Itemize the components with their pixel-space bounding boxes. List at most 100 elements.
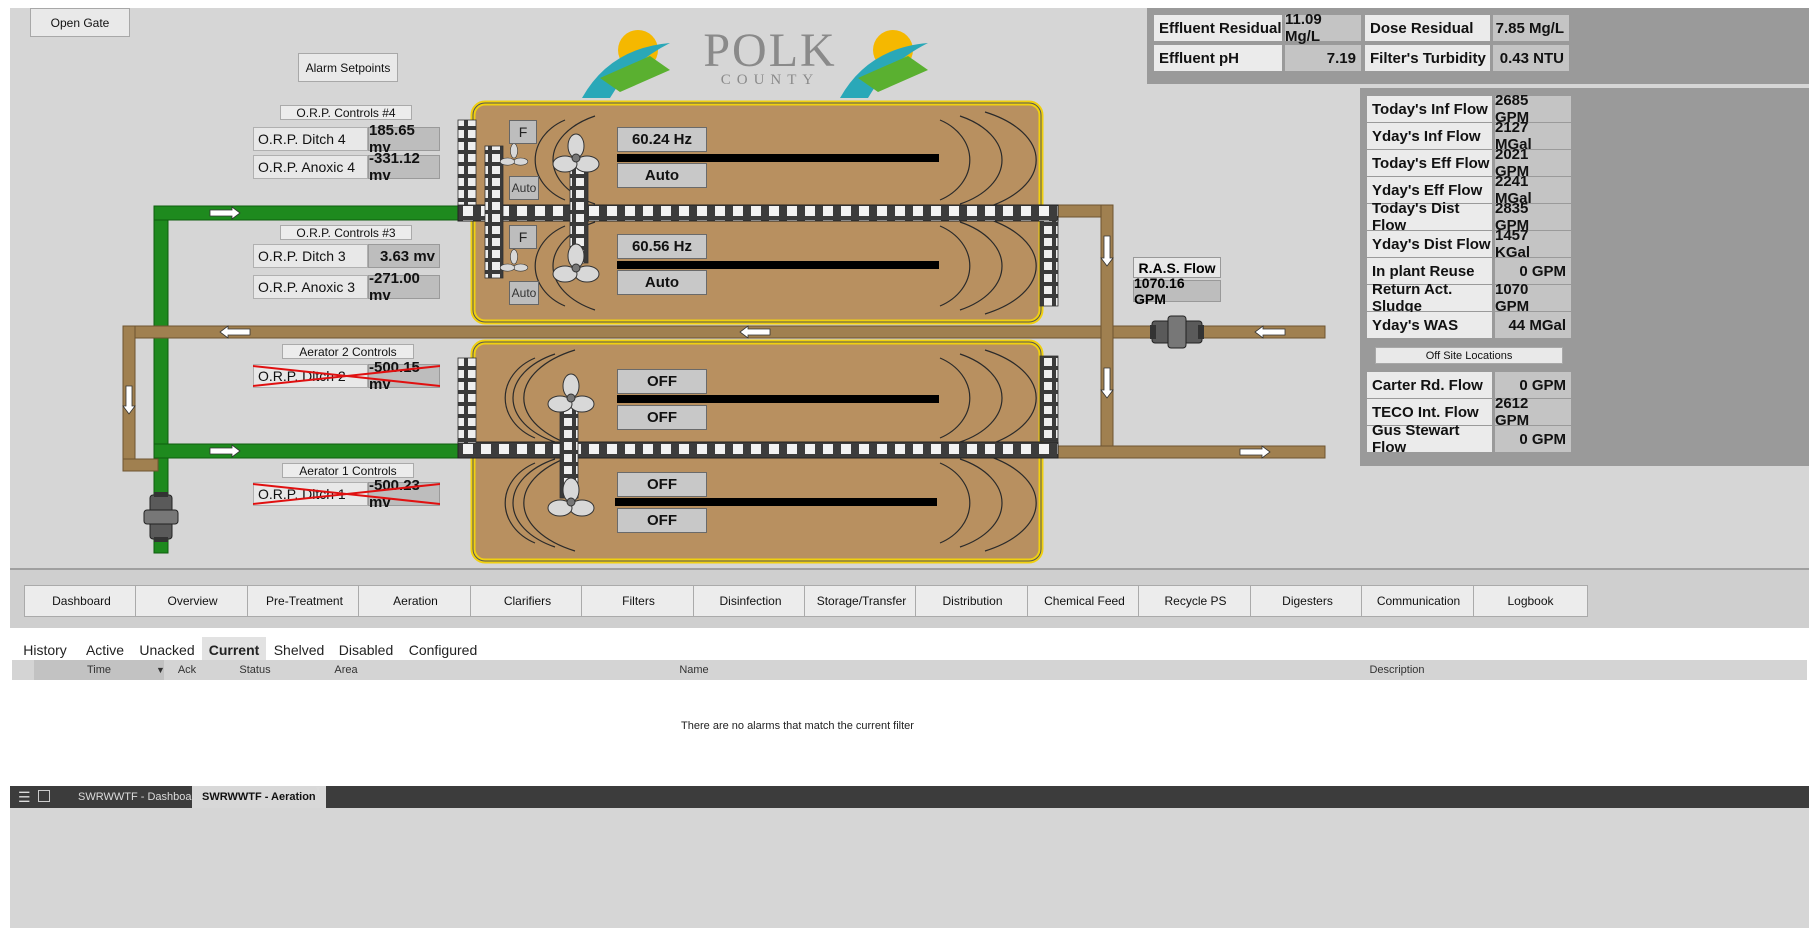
column-description[interactable]: Description	[985, 661, 1809, 679]
orp-ditch-4-value: 185.65 mv	[368, 122, 440, 156]
column-status[interactable]: Status	[220, 661, 290, 679]
nav-pre-treatment[interactable]: Pre-Treatment	[247, 585, 362, 617]
nav-logbook[interactable]: Logbook	[1473, 585, 1588, 617]
orp-ditch-2-value: -500.15 mv	[368, 359, 440, 393]
effluent-valve	[143, 492, 179, 542]
dose-residual-row: Dose Residual 7.85 Mg/L	[1365, 15, 1569, 41]
aerator-1-controls-button[interactable]: Aerator 1 Controls	[282, 463, 414, 478]
filter-turbidity-value: 0.43 NTU	[1493, 45, 1569, 71]
aerator-2-controls-button[interactable]: Aerator 2 Controls	[282, 344, 414, 359]
taskbar-tab-dashboard[interactable]: SWRWWTF - Dashboard	[68, 786, 211, 808]
flow-value: 44 MGal	[1495, 312, 1571, 338]
flow-row: Yday's WAS 44 MGal	[1367, 312, 1571, 338]
rotor-speed-display: 60.24 Hz	[617, 127, 707, 152]
column-time[interactable]: Time	[34, 661, 164, 679]
orp-controls-3-button[interactable]: O.R.P. Controls #3	[280, 225, 412, 240]
ras-valve	[1150, 315, 1204, 349]
orp-ditch-3-tag: O.R.P. Ditch 3 3.63 mv	[253, 244, 440, 268]
fixed-speed-button[interactable]: F	[509, 225, 537, 249]
nav-recycle-ps[interactable]: Recycle PS	[1138, 585, 1253, 617]
nav-communication[interactable]: Communication	[1361, 585, 1476, 617]
nav-digesters[interactable]: Digesters	[1250, 585, 1365, 617]
taskbar-tab-aeration[interactable]: SWRWWTF - Aeration	[192, 786, 326, 808]
pin-icon[interactable]: ᵀ	[316, 786, 320, 796]
ras-flow-value: 1070.16 GPM	[1133, 275, 1221, 307]
effluent-residual-label: Effluent Residual	[1154, 15, 1282, 41]
effluent-ph-value: 7.19	[1285, 45, 1361, 71]
nav-storage-transfer[interactable]: Storage/Transfer	[804, 585, 919, 617]
lower-chain	[457, 441, 1059, 459]
orp-ditch-2-tag: O.R.P. Ditch 2 -500.15 mv	[253, 359, 440, 393]
logo-subtext: COUNTY	[720, 72, 820, 88]
flow-label: Yday's WAS	[1367, 312, 1492, 338]
fixed-speed-button[interactable]: F	[509, 120, 537, 144]
logo-text: POLK	[703, 24, 837, 77]
alarm-setpoints-button[interactable]: Alarm Setpoints	[298, 53, 398, 82]
orp-ditch-1-value: -500.23 mv	[368, 477, 440, 511]
orp-anoxic-4-value: -331.12 mv	[368, 150, 440, 184]
orp-anoxic-4-tag: O.R.P. Anoxic 4 -331.12 mv	[253, 150, 440, 184]
orp-anoxic-3-tag: O.R.P. Anoxic 3 -271.00 mv	[253, 270, 440, 304]
column-ack[interactable]: Ack	[166, 661, 208, 679]
offsite-flow-label: Gus Stewart Flow	[1367, 422, 1492, 456]
taskbar: ☰ SWRWWTF - Dashboard SWRWWTF - Aeration…	[10, 786, 1809, 808]
effluent-ph-label: Effluent pH	[1154, 45, 1282, 71]
rotor-mode-button[interactable]: OFF	[617, 405, 707, 430]
flow-value: 1457 KGal	[1495, 227, 1571, 261]
menu-icon[interactable]: ☰	[18, 790, 31, 804]
rotor-mode-button[interactable]: OFF	[617, 508, 707, 533]
orp-ditch-4-label: O.R.P. Ditch 4	[253, 127, 368, 151]
off-site-locations-button[interactable]: Off Site Locations	[1375, 347, 1563, 364]
nav-overview[interactable]: Overview	[135, 585, 250, 617]
rotor-state-display: OFF	[617, 472, 707, 497]
auto-small-button[interactable]: Auto	[509, 176, 539, 200]
orp-ditch-3-label: O.R.P. Ditch 3	[253, 244, 368, 268]
sort-desc-icon: ▼	[156, 665, 165, 675]
rotor-mode-button[interactable]: Auto	[617, 270, 707, 295]
effluent-residual-value: 11.09 Mg/L	[1285, 11, 1361, 45]
nav-disinfection[interactable]: Disinfection	[693, 585, 808, 617]
effluent-residual-row: Effluent Residual 11.09 Mg/L	[1154, 11, 1361, 45]
flow-label: Today's Eff Flow	[1367, 150, 1492, 176]
grid-icon[interactable]	[38, 790, 50, 802]
orp-anoxic-3-value: -271.00 mv	[368, 270, 440, 304]
nav-chemical-feed[interactable]: Chemical Feed	[1027, 585, 1142, 617]
rotor-speed-display: 60.56 Hz	[617, 234, 707, 259]
offsite-flow-value: 0 GPM	[1495, 426, 1571, 452]
effluent-ph-row: Effluent pH 7.19	[1154, 45, 1361, 71]
nav-clarifiers[interactable]: Clarifiers	[470, 585, 585, 617]
offsite-flow-value: 2612 GPM	[1495, 395, 1571, 429]
nav-filters[interactable]: Filters	[581, 585, 696, 617]
rotor-state-display: OFF	[617, 369, 707, 394]
flow-label: Today's Dist Flow	[1367, 200, 1492, 234]
rotor-mode-button[interactable]: Auto	[617, 163, 707, 188]
orp-anoxic-3-label: O.R.P. Anoxic 3	[253, 275, 368, 299]
orp-anoxic-4-label: O.R.P. Anoxic 4	[253, 155, 368, 179]
open-gate-button[interactable]: Open Gate	[30, 8, 130, 37]
flow-label: Yday's Inf Flow	[1367, 123, 1492, 149]
filter-turbidity-row: Filter's Turbidity 0.43 NTU	[1365, 45, 1569, 71]
nav-aeration[interactable]: Aeration	[358, 585, 473, 617]
flow-label: Return Act. Sludge	[1367, 281, 1492, 315]
flow-label: Today's Inf Flow	[1367, 96, 1492, 122]
flow-row: Yday's Dist Flow 1457 KGal	[1367, 227, 1571, 261]
no-alarms-message: There are no alarms that match the curre…	[681, 720, 914, 732]
nav-distribution[interactable]: Distribution	[915, 585, 1030, 617]
orp-ditch-2-label: O.R.P. Ditch 2	[253, 364, 368, 388]
filter-turbidity-label: Filter's Turbidity	[1365, 45, 1490, 71]
auto-small-button[interactable]: Auto	[509, 281, 539, 305]
dose-residual-value: 7.85 Mg/L	[1493, 15, 1569, 41]
nav-dashboard[interactable]: Dashboard	[24, 585, 139, 617]
dose-residual-label: Dose Residual	[1365, 15, 1490, 41]
offsite-flow-row: Gus Stewart Flow 0 GPM	[1367, 422, 1571, 456]
orp-ditch-1-label: O.R.P. Ditch 1	[253, 482, 368, 506]
column-area[interactable]: Area	[290, 661, 402, 679]
orp-ditch-1-tag: O.R.P. Ditch 1 -500.23 mv	[253, 477, 440, 511]
flow-row: Return Act. Sludge 1070 GPM	[1367, 281, 1571, 315]
column-name[interactable]: Name	[403, 661, 985, 679]
offsite-flow-label: Carter Rd. Flow	[1367, 372, 1492, 398]
orp-ditch-3-value: 3.63 mv	[368, 244, 440, 268]
flow-value: 1070 GPM	[1495, 281, 1571, 315]
upper-chain	[457, 204, 1059, 222]
orp-controls-4-button[interactable]: O.R.P. Controls #4	[280, 105, 412, 120]
